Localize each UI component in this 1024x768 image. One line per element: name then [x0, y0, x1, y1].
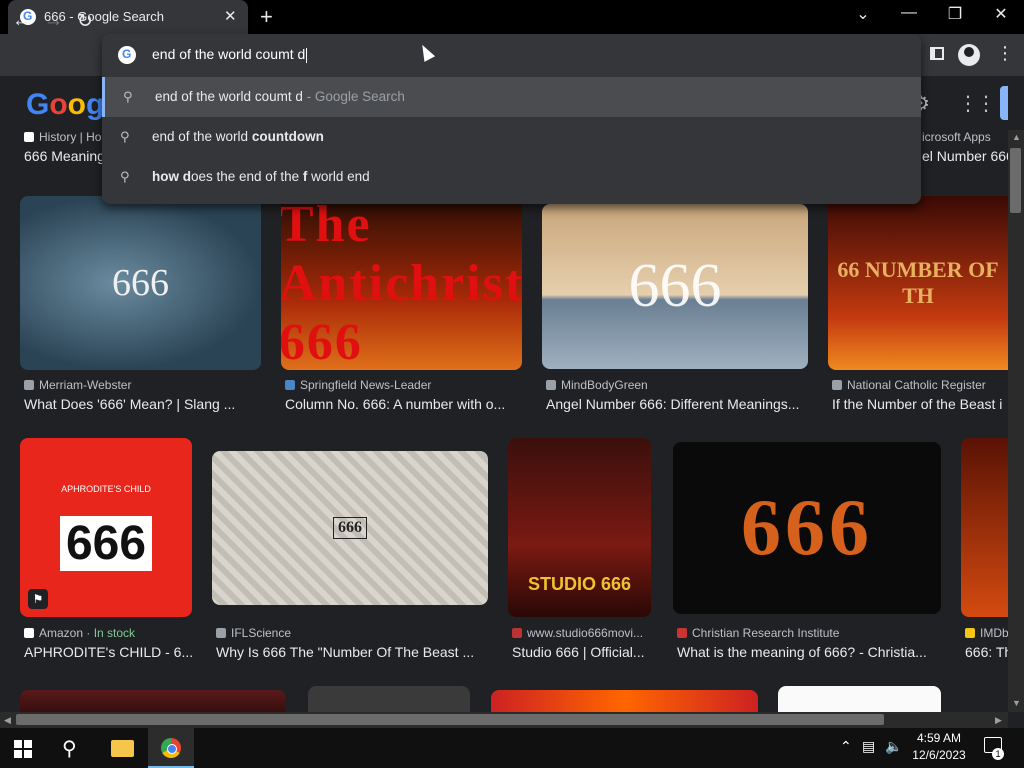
suggestion-bold-text: how d [152, 169, 191, 184]
clock-time[interactable]: 4:59 AM [912, 731, 966, 745]
reload-icon[interactable]: ↻ [77, 10, 93, 33]
result-source[interactable]: National Catholic Register [832, 378, 1008, 392]
suggestion-text: world end [307, 169, 370, 184]
network-icon[interactable]: ▤ [862, 738, 875, 755]
suggestion-bold-text: countdown [251, 129, 324, 144]
file-explorer-icon[interactable] [111, 740, 134, 757]
horizontal-scroll-thumb[interactable] [16, 714, 884, 725]
result-source[interactable]: History | Ho [24, 130, 109, 144]
tray-chevron-icon[interactable]: ⌃ [840, 738, 852, 755]
scroll-down-icon[interactable]: ▼ [1012, 698, 1021, 708]
tab-search-icon[interactable]: ⌄ [843, 4, 883, 24]
suggestion-item[interactable]: ⚲ end of the world countdown [102, 117, 921, 157]
suggestion-item[interactable]: ⚲ end of the world coumt d - Google Sear… [102, 77, 921, 117]
image-result[interactable]: 666 [20, 196, 261, 370]
result-caption[interactable]: What is the meaning of 666? - Christia..… [677, 644, 941, 660]
close-window-button[interactable]: ✕ [981, 4, 1021, 24]
image-result[interactable] [778, 686, 941, 712]
result-source[interactable]: IMDb [965, 626, 1008, 640]
tab-close-icon[interactable]: ✕ [224, 7, 237, 25]
vertical-scroll-thumb[interactable] [1010, 148, 1021, 213]
image-result[interactable]: 66 NUMBER OF TH [828, 196, 1008, 370]
clock-date[interactable]: 12/6/2023 [910, 748, 968, 762]
result-source[interactable]: Amazon · In stock [24, 626, 192, 640]
image-result[interactable] [961, 438, 1008, 617]
image-result[interactable] [20, 690, 286, 712]
image-result[interactable]: 666 [542, 204, 808, 369]
result-caption[interactable]: el Number 666 [922, 148, 1008, 164]
chrome-taskbar-icon[interactable] [148, 728, 194, 768]
forward-arrow-icon[interactable]: → [44, 10, 63, 32]
result-caption[interactable]: Angel Number 666: Different Meanings... [546, 396, 808, 412]
scroll-left-icon[interactable]: ◀ [4, 715, 11, 726]
side-panel-icon[interactable] [930, 47, 944, 60]
suggestion-subtext: - Google Search [302, 89, 405, 104]
result-caption[interactable]: 666 Meaning [24, 148, 106, 164]
image-result[interactable] [491, 690, 758, 712]
volume-muted-icon[interactable]: 🔈 [885, 738, 902, 755]
search-icon: ⚲ [123, 89, 133, 104]
vertical-scrollbar[interactable] [1008, 130, 1024, 712]
suggestion-text: oes the end of the [191, 169, 303, 184]
suggestion-item[interactable]: ⚲ how does the end of the f world end [102, 157, 921, 197]
back-arrow-icon[interactable]: ← [12, 10, 31, 32]
suggestion-text: end of the world coumt d [155, 89, 303, 104]
result-caption[interactable]: Why Is 666 The "Number Of The Beast ... [216, 644, 488, 660]
image-result[interactable]: 666 [673, 442, 941, 614]
result-source[interactable]: Springfield News-Leader [285, 378, 522, 392]
result-caption[interactable]: 666: Th [965, 644, 1008, 660]
result-source[interactable]: icrosoft Apps [922, 130, 1008, 144]
google-icon: G [118, 46, 136, 64]
suggestion-text: end of the world [152, 129, 252, 144]
restore-button[interactable]: ❐ [935, 4, 975, 24]
result-caption[interactable]: What Does '666' Mean? | Slang ... [24, 396, 261, 412]
result-caption[interactable]: Studio 666 | Official... [512, 644, 651, 660]
profile-avatar[interactable] [958, 44, 980, 66]
sign-in-button[interactable] [1000, 86, 1008, 120]
result-caption[interactable]: If the Number of the Beast i [832, 396, 1008, 412]
price-tag-icon: ⚑ [28, 589, 48, 609]
minimize-button[interactable]: — [889, 4, 929, 22]
omnibox-dropdown: G end of the world coumt d ⚲ end of the … [102, 34, 921, 204]
result-source[interactable]: Christian Research Institute [677, 626, 941, 640]
address-bar-input[interactable]: end of the world coumt d [152, 46, 308, 63]
image-result[interactable]: APHRODITE'S CHILD 666 ⚑ [20, 438, 192, 617]
menu-kebab-icon[interactable]: ⋮ [996, 43, 1014, 64]
search-icon: ⚲ [120, 169, 130, 184]
taskbar-search-icon[interactable]: ⚲ [62, 736, 77, 761]
notification-count-badge: 1 [992, 748, 1004, 760]
scroll-up-icon[interactable]: ▲ [1012, 132, 1021, 142]
image-result[interactable] [308, 686, 470, 712]
result-caption[interactable]: APHRODITE's CHILD - 6... [24, 644, 192, 660]
image-result[interactable]: The Antichrist 666 [281, 196, 522, 370]
new-tab-button[interactable]: + [260, 4, 273, 30]
image-result[interactable]: 666 [212, 451, 488, 605]
result-caption[interactable]: Column No. 666: A number with o... [285, 396, 522, 412]
result-source[interactable]: Merriam-Webster [24, 378, 261, 392]
search-icon: ⚲ [120, 129, 130, 144]
scroll-right-icon[interactable]: ▶ [995, 715, 1002, 726]
image-result[interactable]: STUDIO 666 [508, 438, 651, 617]
result-source[interactable]: MindBodyGreen [546, 378, 808, 392]
result-source[interactable]: IFLScience [216, 626, 488, 640]
result-source[interactable]: www.studio666movi... [512, 626, 651, 640]
